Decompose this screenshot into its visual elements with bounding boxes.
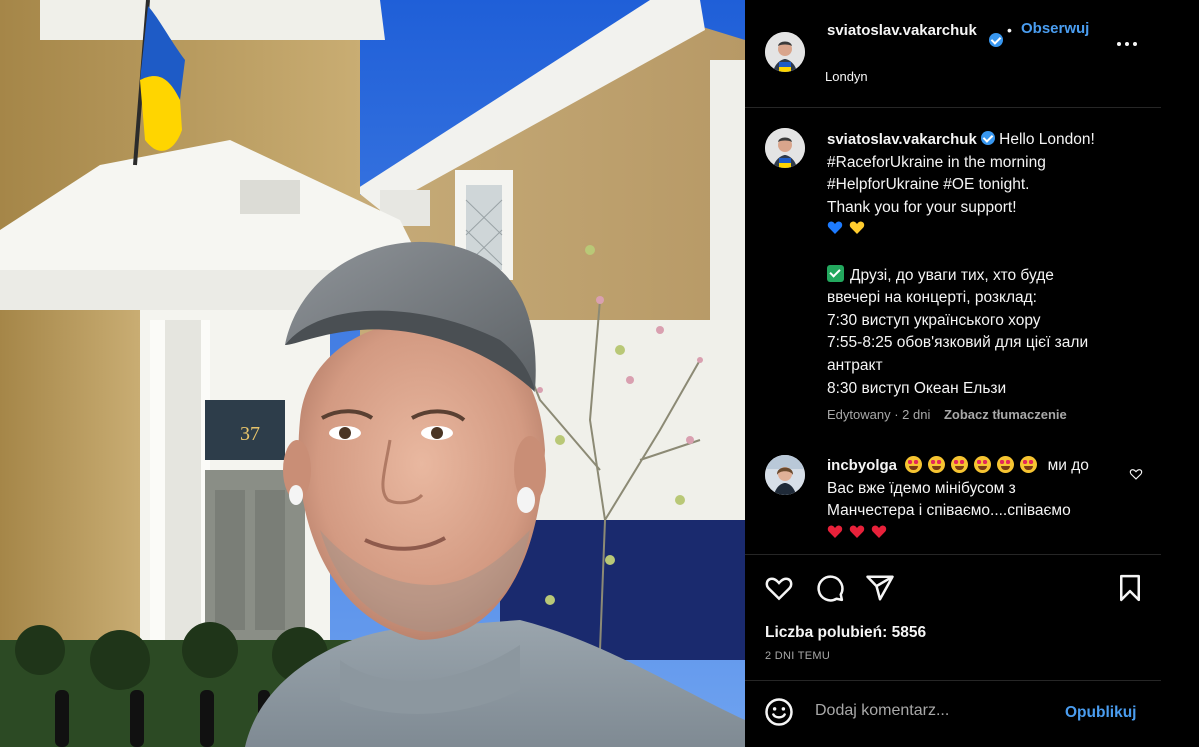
comment-username[interactable]: incbyolga — [827, 457, 897, 474]
more-options-icon[interactable] — [1117, 40, 1139, 48]
see-translation-link[interactable]: Zobacz tłumaczenie — [944, 407, 1067, 422]
post-date: 2 DNI TEMU — [765, 650, 831, 662]
add-comment-input[interactable] — [815, 702, 1035, 720]
heart-eyes-emoji — [997, 456, 1015, 473]
red-heart-emoji — [849, 525, 865, 538]
header-divider — [745, 107, 1161, 108]
selfie-photo-illustration: 37 — [0, 0, 745, 747]
share-icon[interactable] — [865, 573, 895, 603]
caption-username[interactable]: sviatoslav.vakarchuk — [827, 131, 977, 148]
comment-text-line: Манчестера і співаємо....співаємо — [827, 502, 1071, 520]
post-location[interactable]: Londyn — [825, 69, 868, 84]
commenter-avatar[interactable] — [765, 455, 805, 495]
yellow-heart-emoji — [849, 221, 865, 235]
red-heart-emoji — [827, 525, 843, 538]
avatar-image — [765, 32, 805, 72]
verified-badge-icon — [989, 33, 1003, 47]
heart-eyes-emoji — [951, 456, 969, 473]
caption-text-line: ввечері на концерті, розклад: — [827, 289, 1037, 307]
caption-text-line: 7:55-8:25 обов'язковий для цієї зали — [827, 334, 1089, 352]
heart-eyes-emoji — [928, 456, 946, 473]
verified-badge-icon — [980, 131, 995, 145]
post-photo[interactable]: 37 — [0, 0, 745, 747]
comment-box-divider — [745, 680, 1161, 681]
bookmark-icon[interactable] — [1115, 573, 1145, 603]
heart-emojis — [827, 219, 1127, 242]
comment-text-line: ми до — [1047, 457, 1089, 474]
author-avatar[interactable] — [765, 32, 805, 72]
hashtag-line[interactable]: #HelpforUkraine #OE tonight. — [827, 174, 1127, 197]
avatar-image — [765, 128, 805, 168]
avatar-image — [765, 455, 805, 495]
caption-text-line: антракт — [827, 356, 883, 374]
caption-text-line: Hello London! — [999, 131, 1095, 148]
header-username[interactable]: sviatoslav.vakarchuk — [827, 20, 987, 42]
comment-text-line: Вас вже їдемо мінібусом з — [827, 479, 1016, 497]
follow-button[interactable]: Obserwuj — [1021, 20, 1089, 37]
heart-eyes-emoji — [905, 456, 923, 473]
comment-like-heart-icon[interactable] — [1129, 467, 1143, 481]
blue-heart-emoji — [827, 221, 843, 235]
header-separator: • — [1007, 22, 1012, 38]
caption-text-line: 7:30 виступ українського хору — [827, 311, 1041, 329]
publish-button[interactable]: Opublikuj — [1065, 704, 1136, 722]
heart-eyes-emoji — [1020, 456, 1038, 473]
likes-count[interactable]: Liczba polubień: 5856 — [765, 624, 926, 642]
svg-text:37: 37 — [240, 423, 260, 445]
red-hearts — [827, 523, 1127, 546]
red-heart-emoji — [871, 525, 887, 538]
post-caption: sviatoslav.vakarchuk Hello London! #Race… — [827, 129, 1127, 400]
heart-eyes-emoji — [974, 456, 992, 473]
emoji-icon[interactable] — [764, 697, 794, 727]
caption-meta: Edytowany · 2 dni Zobacz tłumaczenie — [827, 407, 1067, 422]
hashtag-line[interactable]: #RaceforUkraine in the morning — [827, 152, 1127, 175]
actions-divider — [745, 554, 1161, 555]
caption-text-line: Thank you for your support! — [827, 198, 1017, 216]
comment-item: incbyolga ми до Вас вже їдемо мінібусом … — [827, 455, 1127, 545]
caption-text-line: 8:30 виступ Океан Ельзи — [827, 379, 1007, 397]
edited-timestamp: Edytowany · 2 dni — [827, 407, 931, 422]
comment-icon[interactable] — [815, 573, 845, 603]
caption-author-avatar[interactable] — [765, 128, 805, 168]
caption-text-line: Друзі, до уваги тих, хто буде — [850, 266, 1054, 284]
heart-icon[interactable] — [764, 573, 794, 603]
post-side-panel: sviatoslav.vakarchuk • Obserwuj Londyn s… — [745, 0, 1199, 747]
check-mark-button-emoji — [827, 264, 844, 282]
